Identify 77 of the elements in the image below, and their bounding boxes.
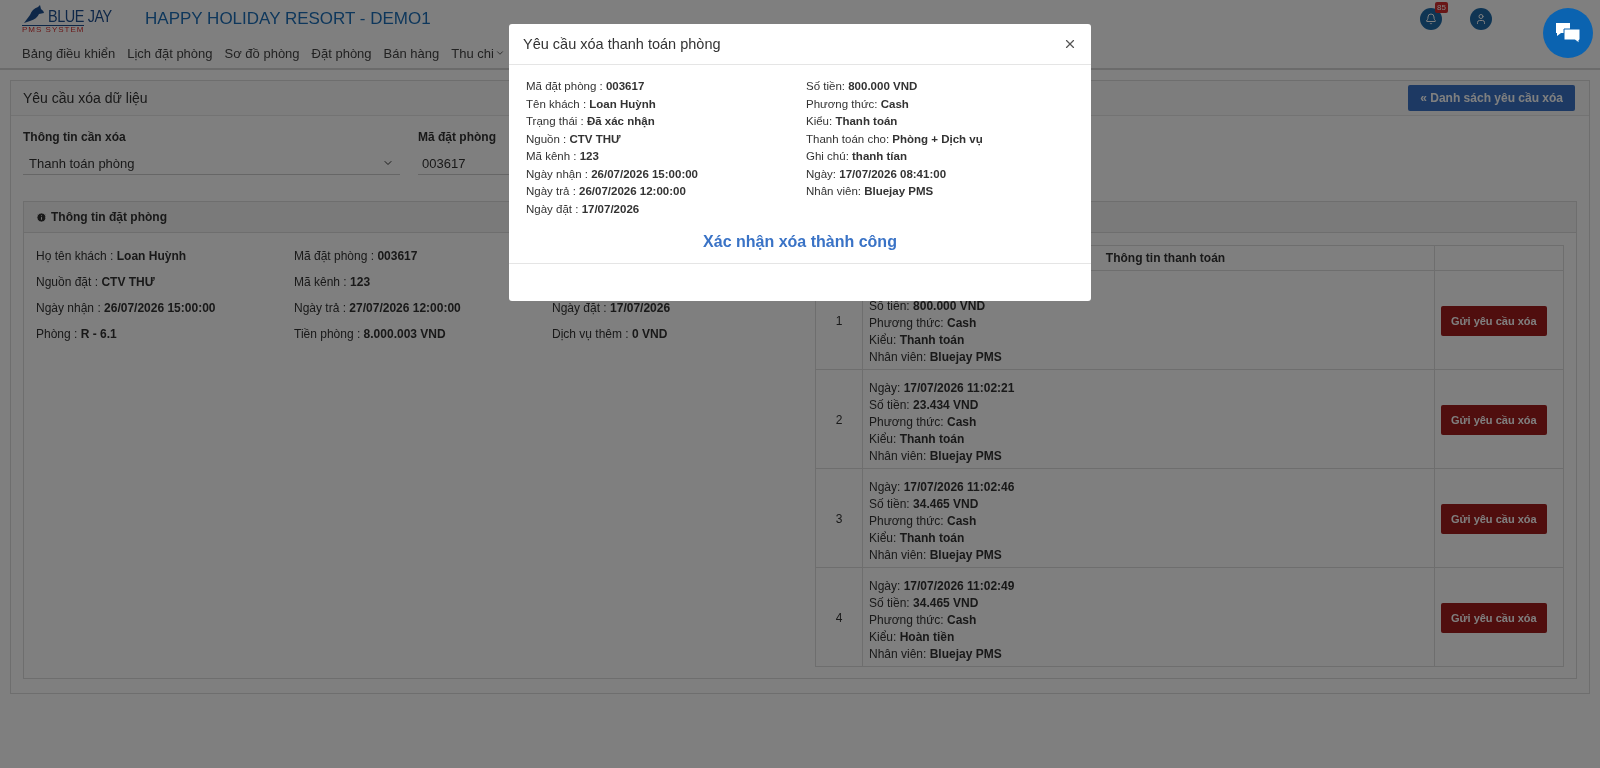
panel-title: Thông tin đặt phòng <box>51 210 167 224</box>
payment-detail: Ngày: 17/07/2026 11:02:46 <box>869 480 1016 495</box>
payment-detail: Phương thức: Cash <box>869 316 978 331</box>
nav-link[interactable]: Thu chi <box>451 45 505 61</box>
row-number: 2 <box>815 369 863 469</box>
booking-detail: Trạng thái : Đã xác nhận <box>526 114 656 130</box>
payment-detail: Kiểu: Thanh toán <box>869 333 966 348</box>
delete-request-button[interactable]: Gửi yêu cầu xóa <box>1441 603 1547 633</box>
payment-detail: Phương thức: Cash <box>806 96 910 112</box>
field-label: Thông tin cần xóa <box>23 130 127 144</box>
payment-detail: Nhân viên: Bluejay PMS <box>869 350 1003 365</box>
payment-detail: Ngày: 17/07/2026 11:02:21 <box>869 381 1016 396</box>
hotel-title: HAPPY HOLIDAY RESORT - DEMO1 <box>145 9 431 29</box>
nav-link[interactable]: Đặt phòng <box>311 45 372 61</box>
notification-count: 85 <box>1435 2 1448 13</box>
delete-request-button[interactable]: Gửi yêu cầu xóa <box>1441 306 1547 336</box>
payment-detail: Kiểu: Thanh toán <box>806 114 899 129</box>
payment-detail: Số tiền: 34.465 VND <box>869 596 980 611</box>
booking-info: Dịch vụ thêm : 0 VND <box>552 327 669 342</box>
delete-request-button[interactable]: Gửi yêu cầu xóa <box>1441 504 1547 534</box>
booking-detail: Nguồn : CTV THƯ <box>526 131 622 147</box>
payment-detail: Nhân viên: Bluejay PMS <box>869 449 1003 464</box>
payment-detail: Ngày: 17/07/2026 08:41:00 <box>806 166 948 182</box>
modal-title: Yêu cầu xóa thanh toán phòng <box>523 36 721 52</box>
chat-icon <box>1555 22 1581 44</box>
payment-detail: Số tiền: 34.465 VND <box>869 497 980 512</box>
payment-detail: Kiểu: Thanh toán <box>869 432 966 447</box>
bell-icon <box>1425 13 1437 25</box>
delete-request-button[interactable]: Gửi yêu cầu xóa <box>1441 405 1547 435</box>
nav-link[interactable]: Sơ đồ phòng <box>224 45 300 61</box>
nav-link[interactable]: Bán hàng <box>383 45 440 61</box>
payment-detail: Số tiền: 23.434 VND <box>869 398 980 413</box>
payment-detail: Nhân viên: Bluejay PMS <box>869 548 1003 563</box>
booking-info: Họ tên khách : Loan Huỳnh <box>36 249 188 264</box>
booking-info: Ngày đặt : 17/07/2026 <box>552 301 672 316</box>
payment-detail: Số tiền: 800.000 VND <box>869 299 987 314</box>
notification-button[interactable] <box>1420 8 1442 30</box>
payment-detail: Thanh toán cho: Phòng + Dịch vụ <box>806 131 984 147</box>
booking-info: Ngày nhận : 26/07/2026 15:00:00 <box>36 301 217 316</box>
booking-info: Tiền phòng : 8.000.003 VND <box>294 327 447 342</box>
page-title: Yêu cầu xóa dữ liệu <box>23 90 148 106</box>
payment-detail: Nhân viên: Bluejay PMS <box>869 647 1003 662</box>
payment-detail: Phương thức: Cash <box>869 514 978 529</box>
booking-detail: Mã đặt phòng : 003617 <box>526 79 646 94</box>
info-icon <box>36 211 47 223</box>
booking-info: Mã kênh : 123 <box>294 275 372 290</box>
payment-detail: Kiểu: Hoàn tiền <box>869 630 956 645</box>
logo-text: BLUE JAY <box>48 8 112 25</box>
booking-info: Nguồn đặt : CTV THƯ <box>36 275 156 290</box>
request-list-button[interactable]: « Danh sách yêu cầu xóa <box>1408 85 1575 111</box>
nav-link[interactable]: Bảng điều khiển <box>22 45 116 61</box>
booking-info: Ngày trả : 27/07/2026 12:00:00 <box>294 301 462 316</box>
close-button[interactable] <box>1063 37 1077 51</box>
logo-subtitle: PMS SYSTEM <box>22 25 85 33</box>
payment-detail: Ngày: 17/07/2026 11:02:49 <box>869 579 1016 594</box>
nav-link[interactable]: Lịch đặt phòng <box>127 45 213 61</box>
chat-button[interactable] <box>1543 8 1593 58</box>
booking-detail: Mã kênh : 123 <box>526 149 600 164</box>
user-icon <box>1475 13 1487 25</box>
row-number: 3 <box>815 468 863 568</box>
booking-info: Phòng : R - 6.1 <box>36 327 118 342</box>
row-number: 4 <box>815 567 863 667</box>
bird-icon <box>22 5 46 25</box>
payment-detail: Nhân viên: Bluejay PMS <box>806 184 935 199</box>
select-field[interactable]: Thanh toán phòng <box>23 152 400 175</box>
booking-detail: Ngày trả : 26/07/2026 12:00:00 <box>526 184 687 199</box>
payment-detail: Kiểu: Thanh toán <box>869 531 966 546</box>
payment-detail: Phương thức: Cash <box>869 613 978 628</box>
payment-detail: Ghi chú: thanh tían <box>806 149 908 164</box>
payment-detail: Phương thức: Cash <box>869 415 978 430</box>
payment-detail: Số tiền: 800.000 VND <box>806 79 919 94</box>
booking-detail: Tên khách : Loan Huỳnh <box>526 96 657 112</box>
booking-detail: Ngày nhận : 26/07/2026 15:00:00 <box>526 166 699 182</box>
field-label: Mã đặt phòng <box>418 130 497 144</box>
booking-info: Mã đặt phòng : 003617 <box>294 249 419 264</box>
booking-detail: Ngày đặt : 17/07/2026 <box>526 201 641 217</box>
user-button[interactable] <box>1470 8 1492 30</box>
